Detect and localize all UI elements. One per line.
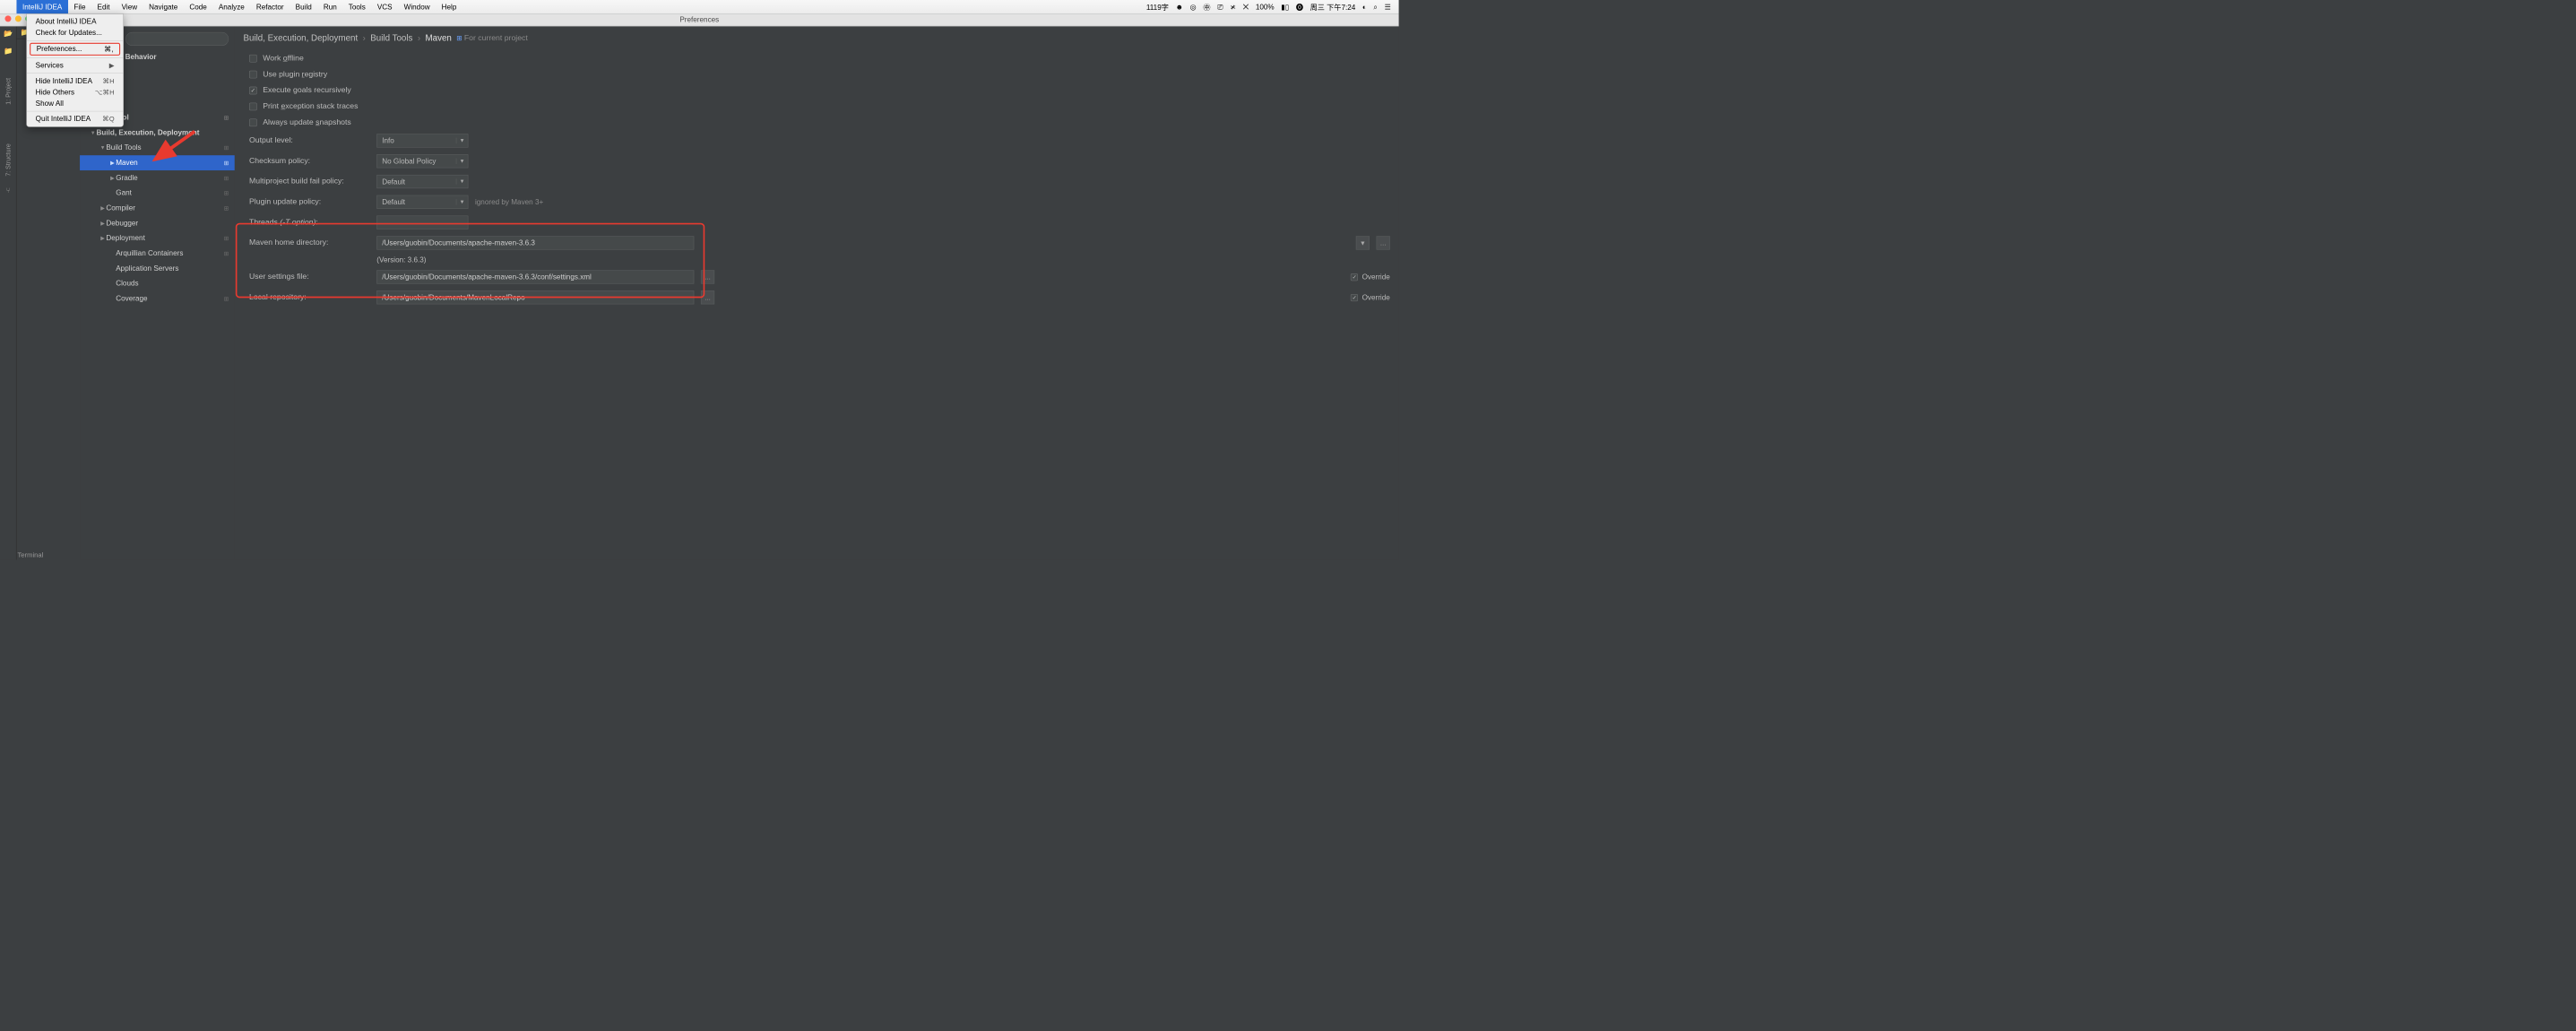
preferences-content: Build, Execution, Deployment› Build Tool… [235,26,1399,559]
check-print-exception[interactable]: Print exception stack traces [249,99,1390,115]
notification-center-icon[interactable]: ☰ [1385,3,1391,12]
menu-code[interactable]: Code [184,0,213,13]
menu-refactor[interactable]: Refactor [250,0,290,13]
menu-preferences[interactable]: Preferences...⌘, [30,43,120,56]
app-menu-dropdown: About IntelliJ IDEA Check for Updates...… [26,13,124,127]
spotlight-icon[interactable]: ⌕ [1373,3,1378,11]
project-tool-button[interactable]: 1: Project [0,73,16,109]
select-multiproject-fail[interactable]: Default▼ [376,175,468,188]
menu-navigate[interactable]: Navigate [143,0,184,13]
status-icon: ㊥ [1203,2,1210,12]
tree-clouds[interactable]: Clouds [80,276,235,291]
plugin-update-note: ignored by Maven 3+ [475,198,543,206]
check-always-update-snapshots[interactable]: Always update snapshots [249,115,1390,131]
menu-hide-others[interactable]: Hide Others⌥⌘H [27,87,124,98]
user-settings-browse-button[interactable]: … [701,270,714,283]
menu-about[interactable]: About IntelliJ IDEA [27,16,124,27]
local-repo-browse-button[interactable]: … [701,290,714,304]
terminal-tool-button[interactable]: Terminal [18,551,44,559]
tree-arquillian[interactable]: Arquillian Containers⊞ [80,246,235,261]
select-output-level[interactable]: Info▼ [376,134,468,147]
input-method-status: 1119字 [1146,2,1169,12]
open-icon[interactable]: 📂 [0,26,16,40]
app-menu[interactable]: IntelliJ IDEA [16,0,67,13]
mac-menubar: IntelliJ IDEA File Edit View Navigate Co… [0,0,1399,13]
status-icon: ⓿ [1296,2,1303,12]
menu-services[interactable]: Services▶ [27,60,124,71]
select-checksum-policy[interactable]: No Global Policy▼ [376,154,468,168]
check-work-offline[interactable]: Work offline [249,50,1390,66]
tree-compiler[interactable]: ▶Compiler⊞ [80,201,235,216]
wifi-icon[interactable]: ⨉ [1243,3,1249,11]
maven-version-text: (Version: 3.6.3) [376,256,426,264]
status-icon: ◎ [1190,3,1197,12]
label-local-repo: Local repository: [249,293,370,302]
input-user-settings[interactable] [376,270,694,283]
input-threads[interactable] [376,216,468,230]
menu-help[interactable]: Help [436,0,462,13]
label-output-level: Output level: [249,136,370,145]
label-multiproject-fail: Multiproject build fail policy: [249,178,370,186]
label-plugin-update: Plugin update policy: [249,197,370,206]
menu-tools[interactable]: Tools [342,0,371,13]
label-maven-home: Maven home directory: [249,238,370,247]
battery-icon: ▮▯ [1281,3,1289,12]
menu-vcs[interactable]: VCS [371,0,398,13]
menu-check-updates[interactable]: Check for Updates... [27,27,124,38]
bluetooth-icon[interactable]: ≭ [1230,3,1236,12]
preferences-search-input[interactable] [125,32,229,46]
maven-home-dropdown-button[interactable]: ▼ [1356,236,1370,249]
tool-window-bar: 📂 📁 1: Project 7: Structure ⑂ [0,26,16,559]
siri-icon[interactable]: ◐ [1362,3,1367,11]
input-maven-home[interactable] [376,236,694,249]
menu-view[interactable]: View [116,0,143,13]
override-user-settings[interactable]: Override [1351,273,1390,281]
menu-build[interactable]: Build [290,0,317,13]
check-plugin-registry[interactable]: Use plugin registry [249,66,1390,82]
menu-run[interactable]: Run [317,0,342,13]
check-execute-recursively[interactable]: Execute goals recursively [249,82,1390,99]
structure-tool-button[interactable]: 7: Structure [0,139,16,181]
select-plugin-update[interactable]: Default▼ [376,195,468,209]
override-local-repo[interactable]: Override [1351,293,1390,301]
tree-app-servers[interactable]: Application Servers [80,261,235,276]
label-threads: Threads (-T option): [249,218,370,227]
tree-build-tools[interactable]: ▼Build Tools⊞ [80,140,235,155]
tree-gant[interactable]: Gant⊞ [80,186,235,201]
preferences-window-titlebar: Preferences [0,13,1399,26]
menu-show-all[interactable]: Show All [27,98,124,108]
tree-maven[interactable]: ▶Maven⊞ [80,155,235,170]
menu-hide[interactable]: Hide IntelliJ IDEA⌘H [27,75,124,86]
tree-gradle[interactable]: ▶Gradle⊞ [80,170,235,186]
airplay-icon[interactable]: ⎚ [1217,3,1223,11]
menu-window[interactable]: Window [398,0,436,13]
menu-file[interactable]: File [68,0,91,13]
battery-percent: 100% [1256,3,1275,11]
tree-build-exec-deploy[interactable]: ▼Build, Execution, Deployment [80,126,235,141]
label-checksum-policy: Checksum policy: [249,157,370,166]
menu-edit[interactable]: Edit [91,0,116,13]
menu-analyze[interactable]: Analyze [212,0,250,13]
structure-icon[interactable]: ⑂ [0,183,16,197]
clock: 周三 下午7:24 [1310,2,1356,12]
input-local-repo[interactable] [376,290,694,304]
label-user-settings: User settings file: [249,273,370,282]
maven-home-browse-button[interactable]: … [1377,236,1390,249]
status-icon: ☻ [1175,3,1183,11]
menu-quit[interactable]: Quit IntelliJ IDEA⌘Q [27,114,124,125]
folder-icon[interactable]: 📁 [0,44,16,58]
breadcrumb: Build, Execution, Deployment› Build Tool… [244,33,1390,43]
tree-deployment[interactable]: ▶Deployment⊞ [80,230,235,246]
tree-debugger[interactable]: ▶Debugger [80,216,235,231]
window-title: Preferences [0,13,1399,26]
tree-coverage[interactable]: Coverage⊞ [80,291,235,307]
